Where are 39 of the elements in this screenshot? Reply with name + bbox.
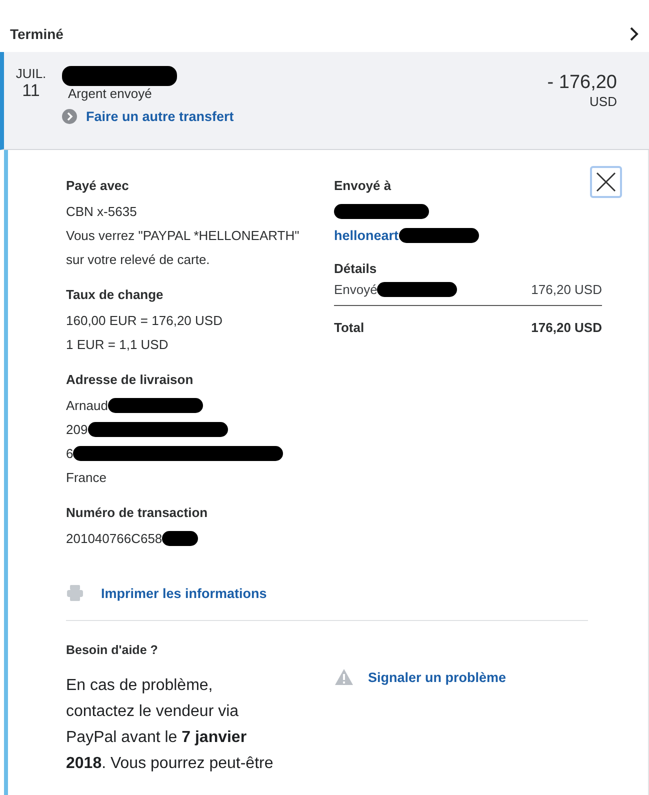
section-heading: Adresse de livraison xyxy=(66,372,194,387)
detail-text: CBN x-5635 xyxy=(66,204,137,218)
detail-text: 160,00 EUR = 176,20 USD xyxy=(66,312,222,328)
section-heading: Numéro de transaction xyxy=(66,505,209,520)
print-link[interactable]: Imprimer les informations xyxy=(66,584,648,602)
date-month: JUIL. xyxy=(16,66,46,81)
section-heading: Besoin d'aide ? xyxy=(66,643,159,657)
warning-icon xyxy=(334,668,354,686)
detail-text: Vous verrez "PAYPAL *HELLONEARTH" xyxy=(66,228,300,242)
amount: - 176,20 xyxy=(547,72,617,94)
chevron-right-icon[interactable] xyxy=(629,26,639,42)
transfer-link[interactable]: Faire un autre transfert xyxy=(62,109,548,124)
email-link[interactable]: helloneart xyxy=(334,228,399,242)
section-title: Terminé xyxy=(10,26,64,42)
printer-icon xyxy=(66,584,84,602)
total-label: Total xyxy=(334,320,364,335)
detail-text: 209 xyxy=(66,422,88,436)
detail-text: sur votre relevé de carte. xyxy=(66,252,210,266)
currency: USD xyxy=(590,94,617,109)
close-button[interactable] xyxy=(590,166,622,198)
transaction-type: Argent envoyé xyxy=(68,86,153,101)
section-heading: Détails xyxy=(334,261,378,276)
detail-text: 1 EUR = 1,1 USD xyxy=(66,336,168,352)
detail-text: Arnaud xyxy=(66,398,108,412)
detail-value: 176,20 USD xyxy=(531,282,602,297)
close-icon xyxy=(596,172,616,192)
help-paragraph: En cas de problème, contactez le vendeur via PayPal avant le 7 janvier 2018. Vous pourrez peut-être xyxy=(66,676,274,774)
section-heading: Envoyé à xyxy=(334,178,392,193)
transaction-row[interactable]: JUIL. 11 Argent envoyé Faire un autre transfert - 176,20 USD xyxy=(0,52,649,150)
detail-text: 6 xyxy=(66,446,74,460)
detail-text: France xyxy=(66,470,106,484)
detail-text: 201040766C658 xyxy=(66,530,162,546)
section-heading: Payé avec xyxy=(66,178,130,193)
chevron-circle-icon xyxy=(62,109,77,124)
detail-label: Envoyé xyxy=(334,282,378,297)
report-link[interactable]: Signaler un problème xyxy=(334,667,506,687)
total-value: 176,20 USD xyxy=(531,320,602,335)
section-heading: Taux de change xyxy=(66,287,164,302)
date-day: 11 xyxy=(22,81,40,101)
